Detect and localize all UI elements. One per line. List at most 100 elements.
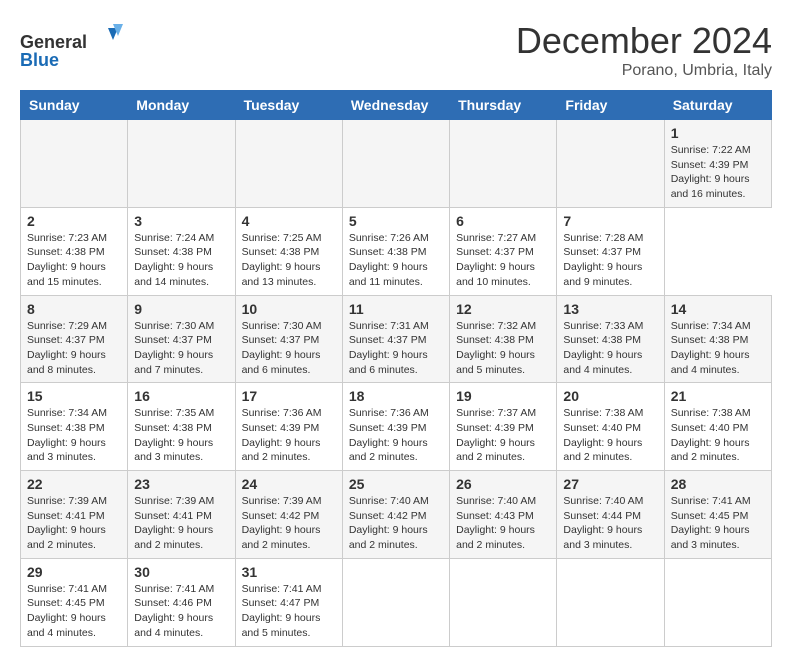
calendar-cell: 3 Sunrise: 7:24 AMSunset: 4:38 PMDaylight… [128,207,235,295]
day-number: 6 [456,213,550,229]
day-number: 13 [563,301,657,317]
header-friday: Friday [557,91,664,120]
calendar-cell: 31Sunrise: 7:41 AMSunset: 4:47 PMDayligh… [235,558,342,646]
day-number: 3 [134,213,228,229]
cell-info: Sunrise: 7:24 AMSunset: 4:38 PMDaylight:… [134,231,228,290]
month-title: December 2024 [516,20,772,62]
day-number: 2 [27,213,121,229]
cell-info: Sunrise: 7:39 AMSunset: 4:42 PMDaylight:… [242,494,336,553]
logo-svg: General Blue [20,20,130,70]
day-number: 17 [242,388,336,404]
calendar-cell: 26 Sunrise: 7:40 AMSunset: 4:43 PMDayligh… [450,471,557,559]
svg-text:Blue: Blue [20,50,59,70]
cell-info: Sunrise: 7:23 AMSunset: 4:38 PMDaylight:… [27,231,121,290]
day-number: 22 [27,476,121,492]
location-subtitle: Porano, Umbria, Italy [516,62,772,80]
calendar-body: 1Sunrise: 7:22 AMSunset: 4:39 PMDaylight… [21,120,772,647]
cell-info: Sunrise: 7:35 AMSunset: 4:38 PMDaylight:… [134,406,228,465]
cell-info: Sunrise: 7:30 AMSunset: 4:37 PMDaylight:… [134,319,228,378]
day-number: 18 [349,388,443,404]
calendar-cell: 8Sunrise: 7:29 AMSunset: 4:37 PMDaylight… [21,295,128,383]
day-number: 20 [563,388,657,404]
day-number: 16 [134,388,228,404]
calendar-cell: 17 Sunrise: 7:36 AMSunset: 4:39 PMDayligh… [235,383,342,471]
calendar-week-6: 29Sunrise: 7:41 AMSunset: 4:45 PMDayligh… [21,558,772,646]
calendar-cell: 7Sunrise: 7:28 AMSunset: 4:37 PMDaylight… [557,207,664,295]
cell-info: Sunrise: 7:25 AMSunset: 4:38 PMDaylight:… [242,231,336,290]
calendar-cell: 2 Sunrise: 7:23 AMSunset: 4:38 PMDaylight… [21,207,128,295]
day-number: 19 [456,388,550,404]
cell-info: Sunrise: 7:39 AMSunset: 4:41 PMDaylight:… [27,494,121,553]
header-sunday: Sunday [21,91,128,120]
calendar-cell [450,558,557,646]
cell-info: Sunrise: 7:40 AMSunset: 4:44 PMDaylight:… [563,494,657,553]
calendar-cell: 22 Sunrise: 7:39 AMSunset: 4:41 PMDayligh… [21,471,128,559]
cell-info: Sunrise: 7:28 AMSunset: 4:37 PMDaylight:… [563,231,657,290]
calendar-cell [235,120,342,208]
calendar-cell [557,558,664,646]
calendar-week-1: 1Sunrise: 7:22 AMSunset: 4:39 PMDaylight… [21,120,772,208]
day-number: 12 [456,301,550,317]
cell-info: Sunrise: 7:26 AMSunset: 4:38 PMDaylight:… [349,231,443,290]
day-number: 11 [349,301,443,317]
day-number: 30 [134,564,228,580]
cell-info: Sunrise: 7:29 AMSunset: 4:37 PMDaylight:… [27,319,121,378]
calendar-cell: 30 Sunrise: 7:41 AMSunset: 4:46 PMDayligh… [128,558,235,646]
calendar-table: SundayMondayTuesdayWednesdayThursdayFrid… [20,90,772,647]
header-saturday: Saturday [664,91,771,120]
cell-info: Sunrise: 7:38 AMSunset: 4:40 PMDaylight:… [563,406,657,465]
calendar-cell [557,120,664,208]
cell-info: Sunrise: 7:37 AMSunset: 4:39 PMDaylight:… [456,406,550,465]
cell-info: Sunrise: 7:31 AMSunset: 4:37 PMDaylight:… [349,319,443,378]
header-row: SundayMondayTuesdayWednesdayThursdayFrid… [21,91,772,120]
header-tuesday: Tuesday [235,91,342,120]
calendar-week-3: 8Sunrise: 7:29 AMSunset: 4:37 PMDaylight… [21,295,772,383]
day-number: 14 [671,301,765,317]
day-number: 31 [242,564,336,580]
cell-info: Sunrise: 7:39 AMSunset: 4:41 PMDaylight:… [134,494,228,553]
calendar-cell: 28 Sunrise: 7:41 AMSunset: 4:45 PMDayligh… [664,471,771,559]
cell-info: Sunrise: 7:41 AMSunset: 4:45 PMDaylight:… [27,582,121,641]
calendar-cell: 10 Sunrise: 7:30 AMSunset: 4:37 PMDayligh… [235,295,342,383]
day-number: 10 [242,301,336,317]
cell-info: Sunrise: 7:41 AMSunset: 4:46 PMDaylight:… [134,582,228,641]
calendar-cell: 15Sunrise: 7:34 AMSunset: 4:38 PMDayligh… [21,383,128,471]
calendar-cell: 9 Sunrise: 7:30 AMSunset: 4:37 PMDaylight… [128,295,235,383]
day-number: 28 [671,476,765,492]
cell-info: Sunrise: 7:36 AMSunset: 4:39 PMDaylight:… [242,406,336,465]
calendar-cell: 11 Sunrise: 7:31 AMSunset: 4:37 PMDayligh… [342,295,449,383]
header-monday: Monday [128,91,235,120]
calendar-cell: 4 Sunrise: 7:25 AMSunset: 4:38 PMDaylight… [235,207,342,295]
calendar-cell: 23Sunrise: 7:39 AMSunset: 4:41 PMDayligh… [128,471,235,559]
cell-info: Sunrise: 7:30 AMSunset: 4:37 PMDaylight:… [242,319,336,378]
calendar-cell: 19 Sunrise: 7:37 AMSunset: 4:39 PMDayligh… [450,383,557,471]
cell-info: Sunrise: 7:40 AMSunset: 4:43 PMDaylight:… [456,494,550,553]
title-area: December 2024 Porano, Umbria, Italy [516,20,772,80]
calendar-cell: 13Sunrise: 7:33 AMSunset: 4:38 PMDayligh… [557,295,664,383]
calendar-cell: 6Sunrise: 7:27 AMSunset: 4:37 PMDaylight… [450,207,557,295]
calendar-cell [664,558,771,646]
cell-info: Sunrise: 7:34 AMSunset: 4:38 PMDaylight:… [671,319,765,378]
day-number: 21 [671,388,765,404]
day-number: 9 [134,301,228,317]
calendar-week-5: 22 Sunrise: 7:39 AMSunset: 4:41 PMDayligh… [21,471,772,559]
calendar-week-4: 15Sunrise: 7:34 AMSunset: 4:38 PMDayligh… [21,383,772,471]
day-number: 4 [242,213,336,229]
calendar-cell: 14 Sunrise: 7:34 AMSunset: 4:38 PMDayligh… [664,295,771,383]
day-number: 1 [671,125,765,141]
calendar-cell: 24 Sunrise: 7:39 AMSunset: 4:42 PMDayligh… [235,471,342,559]
calendar-cell [342,558,449,646]
calendar-cell: 18Sunrise: 7:36 AMSunset: 4:39 PMDayligh… [342,383,449,471]
calendar-cell [450,120,557,208]
calendar-cell [128,120,235,208]
day-number: 26 [456,476,550,492]
calendar-cell: 21 Sunrise: 7:38 AMSunset: 4:40 PMDayligh… [664,383,771,471]
day-number: 24 [242,476,336,492]
calendar-cell: 29Sunrise: 7:41 AMSunset: 4:45 PMDayligh… [21,558,128,646]
calendar-cell: 12Sunrise: 7:32 AMSunset: 4:38 PMDayligh… [450,295,557,383]
svg-text:General: General [20,32,87,52]
cell-info: Sunrise: 7:41 AMSunset: 4:45 PMDaylight:… [671,494,765,553]
header-wednesday: Wednesday [342,91,449,120]
cell-info: Sunrise: 7:38 AMSunset: 4:40 PMDaylight:… [671,406,765,465]
calendar-cell: 27Sunrise: 7:40 AMSunset: 4:44 PMDayligh… [557,471,664,559]
